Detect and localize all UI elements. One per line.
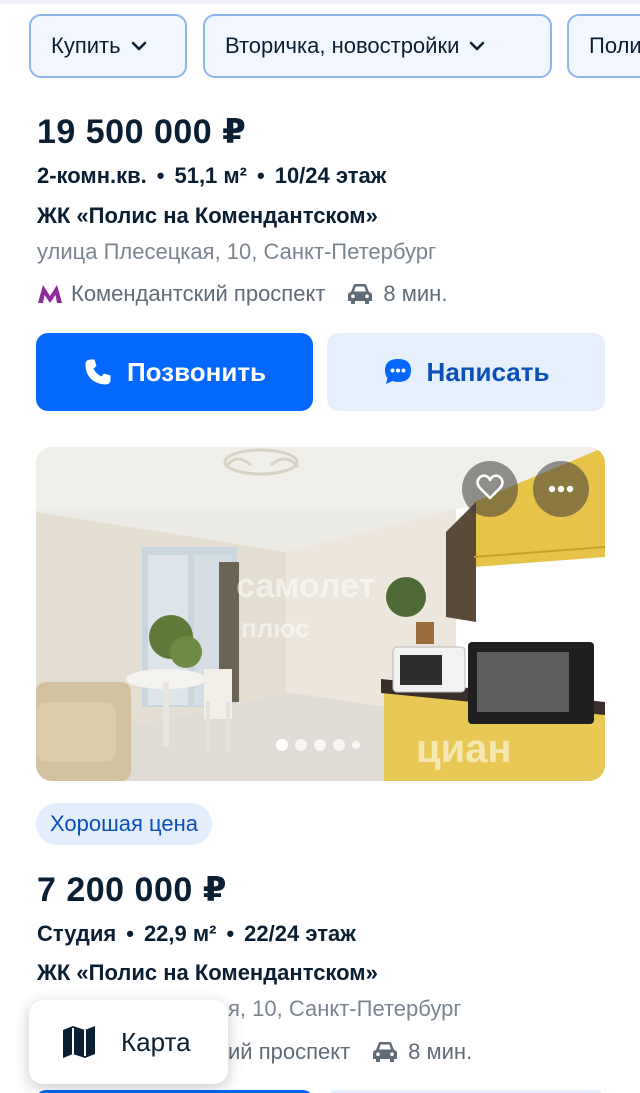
listing-1-area: 51,1 м² (174, 163, 247, 188)
pagination-dot[interactable] (314, 739, 326, 751)
listing-2-travel-time: 8 мин. (408, 1039, 473, 1064)
listing-1-rooms: 2-комн.кв. (37, 163, 147, 188)
write-button-label: Написать (426, 356, 550, 387)
listing-2-params: Студия • 22,9 м² • 22/24 этаж (37, 921, 356, 947)
separator-dot: • (257, 163, 265, 188)
listing-1-metro-name: Комендантский проспект (71, 281, 326, 306)
listing-2-metro-row: ий проспект 8 мин. (228, 1039, 472, 1065)
favorite-button[interactable] (462, 461, 518, 517)
listing-1-params: 2-комн.кв. • 51,1 м² • 10/24 этаж (37, 163, 386, 189)
listing-2-rooms: Студия (37, 921, 117, 946)
listing-2-complex[interactable]: ЖК «Полис на Комендантском» (37, 960, 378, 986)
write-button[interactable]: Написать (327, 333, 605, 411)
filter-third-label: Поли (589, 33, 640, 58)
phone-icon (83, 357, 113, 387)
map-button-label: Карта (121, 1026, 191, 1057)
more-dots-icon (548, 480, 574, 498)
chevron-down-icon (131, 38, 147, 54)
listing-1-complex[interactable]: ЖК «Полис на Комендантском» (37, 203, 378, 229)
listing-1-floor: 10/24 этаж (274, 163, 387, 188)
chat-icon (383, 357, 413, 387)
car-icon (372, 1041, 398, 1063)
apartment-photo-illustration (36, 447, 605, 781)
more-options-button[interactable] (533, 461, 589, 517)
watermark-text: самолет (236, 567, 376, 605)
metro-icon (37, 284, 63, 304)
filter-bar: Купить Вторичка, новостройки Поли (0, 14, 640, 80)
pagination-dot[interactable] (276, 739, 288, 751)
filter-market-type-label: Вторичка, новостройки (225, 33, 460, 58)
listing-2-floor: 22/24 этаж (244, 921, 356, 946)
listing-1-address: улица Плесецкая, 10, Санкт-Петербург (37, 239, 437, 264)
pagination-dot[interactable] (352, 741, 360, 749)
separator-dot: • (156, 163, 165, 188)
filter-deal-type-label: Купить (51, 33, 121, 58)
photo-pagination (276, 739, 360, 751)
car-icon (347, 283, 373, 305)
separator-dot: • (226, 921, 235, 946)
listing-2-address: я, 10, Санкт-Петербург (228, 996, 462, 1021)
watermark-text: циан (416, 727, 512, 771)
separator-dot: • (126, 921, 134, 946)
map-button[interactable]: Карта (29, 1000, 228, 1084)
listing-2-metro-name: ий проспект (228, 1039, 351, 1064)
heart-icon (476, 473, 504, 505)
listing-2-price: 7 200 000 ₽ (37, 871, 227, 909)
call-button[interactable]: Позвонить (36, 333, 313, 411)
filter-third[interactable]: Поли (567, 14, 640, 78)
chevron-down-icon (469, 38, 485, 54)
listing-2-area: 22,9 м² (143, 921, 217, 946)
pagination-dot[interactable] (333, 739, 345, 751)
call-button-label: Позвонить (126, 356, 267, 387)
listing-2-photo[interactable]: самолет плюс циан (36, 447, 605, 781)
good-price-badge: Хорошая цена (36, 803, 213, 845)
filter-market-type[interactable]: Вторичка, новостройки (203, 14, 552, 78)
listing-1-price: 19 500 000 ₽ (37, 113, 247, 151)
top-edge (0, 0, 640, 4)
pagination-dot[interactable] (295, 739, 307, 751)
map-icon (61, 1025, 97, 1059)
listing-1-travel-time: 8 мин. (383, 281, 448, 306)
listing-1-metro-row: Комендантский проспект 8 мин. (37, 281, 447, 307)
watermark-text: плюс (241, 613, 310, 643)
filter-deal-type[interactable]: Купить (29, 14, 187, 78)
